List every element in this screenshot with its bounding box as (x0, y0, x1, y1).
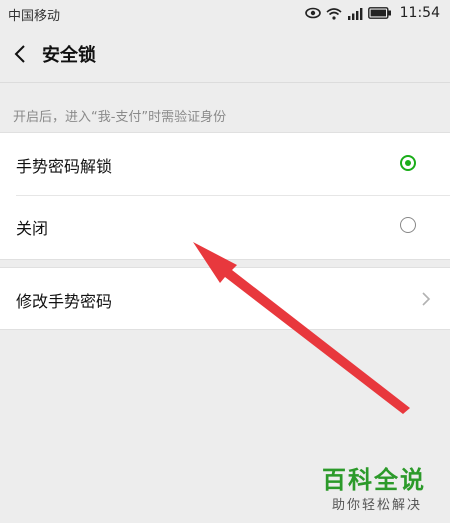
watermark-subtitle: 助你轻松解决 (332, 498, 423, 513)
watermark-logo: 百科全说 助你轻松解决 (320, 460, 450, 523)
annotation-arrow (193, 242, 410, 414)
watermark-title: 百科全说 (322, 466, 426, 494)
